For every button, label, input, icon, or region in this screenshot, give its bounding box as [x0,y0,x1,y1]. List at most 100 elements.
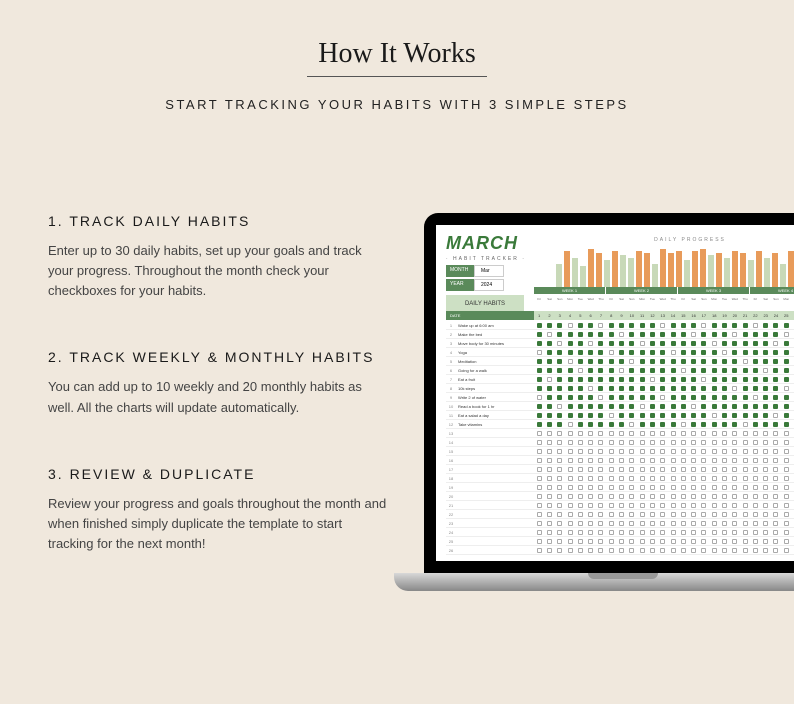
checkbox-icon [598,485,603,490]
checkbox-icon [671,350,676,355]
checkbox-icon [763,395,768,400]
checkbox-icon [537,377,542,382]
habit-cell [647,357,657,365]
habit-cell [699,375,709,383]
habit-cell [658,519,668,527]
habit-cell [668,546,678,554]
checkbox-icon [609,377,614,382]
habit-cell [730,474,740,482]
checkbox-icon [547,332,552,337]
habit-cell [750,528,760,536]
checkbox-icon [598,359,603,364]
habit-cell [647,528,657,536]
habit-cell [688,501,698,509]
habit-name: Make the bed [456,332,534,337]
checkbox-icon [763,458,768,463]
habit-row: 6Going for a walk [446,366,794,375]
habit-cell [555,330,565,338]
habit-cell [585,474,595,482]
habit-cell [606,546,616,554]
checkbox-icon [640,431,645,436]
habit-number: 26 [446,548,456,553]
habit-cell [544,537,554,545]
habit-cell [719,393,729,401]
checkbox-icon [773,494,778,499]
habit-cell [585,501,595,509]
checkbox-icon [743,467,748,472]
chart-title: DAILY PROGRESS [556,237,794,243]
checkbox-icon [629,521,634,526]
checkbox-icon [743,386,748,391]
checkbox-icon [557,368,562,373]
checkbox-icon [671,440,676,445]
habit-cell [637,321,647,329]
checkbox-icon [650,422,655,427]
step-3: 3. REVIEW & DUPLICATE Review your progre… [48,466,388,554]
checkbox-icon [691,485,696,490]
habit-cell [658,438,668,446]
habit-cell [699,528,709,536]
checkbox-icon [743,422,748,427]
habit-cell [544,519,554,527]
checkbox-icon [547,395,552,400]
checkbox-icon [578,413,583,418]
habit-cell [699,519,709,527]
habit-cell [719,411,729,419]
checkbox-icon [609,548,614,553]
checkbox-icon [640,413,645,418]
habit-cell [761,366,771,374]
checkbox-icon [598,476,603,481]
habit-cell [575,528,585,536]
checkbox-icon [753,503,758,508]
date-cell: 20 [730,311,740,320]
habit-row: 18 [446,474,794,483]
checkbox-icon [753,395,758,400]
habit-cell [616,519,626,527]
checkbox-icon [609,539,614,544]
checkbox-icon [660,323,665,328]
week-header: WEEK 2 [606,287,678,294]
checkbox-icon [712,368,717,373]
habit-grid: 1Wake up at 6:00 am2Make the bed3Move bo… [446,321,794,561]
habit-cell [596,375,606,383]
checkbox-icon [712,467,717,472]
habit-cell [750,375,760,383]
habit-cell [688,402,698,410]
checkbox-icon [773,332,778,337]
habit-cell [730,339,740,347]
step-heading: 1. TRACK DAILY HABITS [48,213,388,229]
checkbox-icon [701,404,706,409]
habit-cell [668,429,678,437]
checkbox-icon [588,341,593,346]
habit-number: 16 [446,458,456,463]
habit-cell [585,456,595,464]
checkbox-icon [547,422,552,427]
habit-cell [678,474,688,482]
habit-cell [771,420,781,428]
checkbox-icon [773,530,778,535]
chart-bar [564,251,570,289]
habit-cell [678,384,688,392]
habit-cell [761,546,771,554]
checkbox-icon [712,494,717,499]
checkbox-icon [773,485,778,490]
habit-cell [637,528,647,536]
checkbox-icon [763,485,768,490]
habit-cell [740,411,750,419]
habit-cell [627,375,637,383]
checkbox-icon [722,359,727,364]
habit-cell [596,501,606,509]
checkbox-icon [712,512,717,517]
checkbox-icon [681,440,686,445]
checkbox-icon [568,503,573,508]
habit-name: Meditation [456,359,534,364]
checkbox-icon [712,350,717,355]
habit-cell [750,321,760,329]
checkbox-icon [681,548,686,553]
checkbox-icon [578,323,583,328]
checkbox-icon [691,413,696,418]
checkbox-icon [743,395,748,400]
checkbox-icon [588,485,593,490]
checkbox-icon [547,386,552,391]
checkbox-icon [743,368,748,373]
